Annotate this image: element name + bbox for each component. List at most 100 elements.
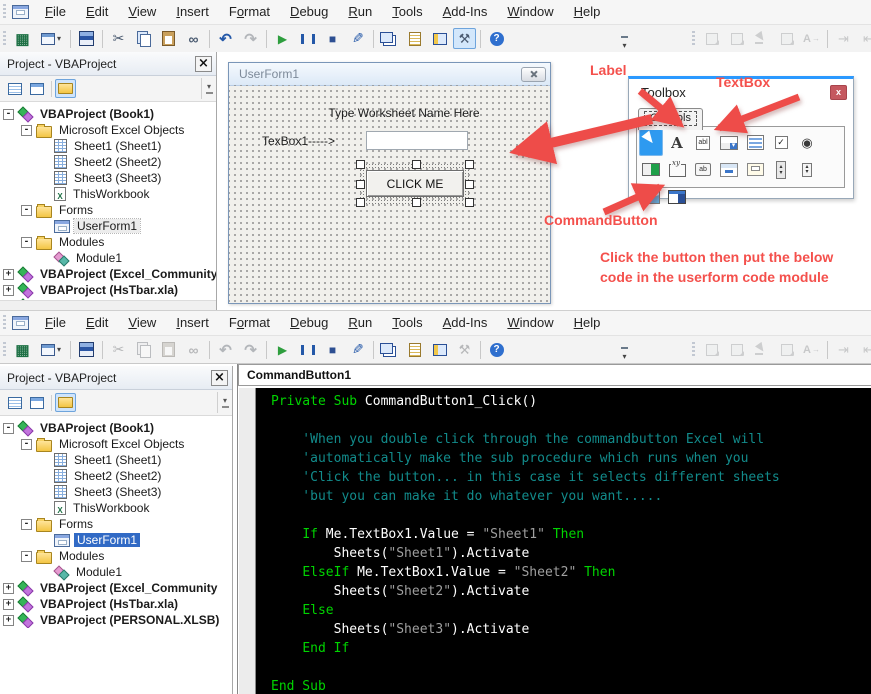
- resize-handle[interactable]: [465, 160, 474, 169]
- redo-button[interactable]: [239, 339, 262, 360]
- tree-expander-icon[interactable]: [21, 438, 32, 450]
- menu-item[interactable]: Edit: [76, 311, 118, 335]
- menu-item[interactable]: View: [118, 311, 166, 335]
- tree-item[interactable]: VBAProject (PERSONAL.XLSB): [0, 612, 232, 628]
- tree-item[interactable]: VBAProject (Book1): [0, 420, 232, 436]
- toolbox-image[interactable]: [639, 183, 663, 210]
- save-button[interactable]: [75, 339, 98, 360]
- decrease-indent-button[interactable]: [857, 339, 871, 360]
- design-mode-button[interactable]: [346, 339, 369, 360]
- group-objects-button[interactable]: [775, 339, 798, 360]
- toolbox-titlebar[interactable]: Toolbox x: [629, 79, 853, 106]
- toolbar-grip[interactable]: [692, 30, 695, 47]
- tree-item[interactable]: ThisWorkbook: [0, 500, 232, 516]
- toolbox-label[interactable]: [665, 129, 689, 156]
- userform-textbox-caption[interactable]: TexBox1----->: [262, 134, 335, 148]
- run-sub-button[interactable]: [271, 339, 294, 360]
- close-icon[interactable]: [521, 66, 546, 82]
- toolbox-frame[interactable]: [665, 156, 689, 183]
- paste-button[interactable]: [157, 28, 180, 49]
- design-mode-button[interactable]: [346, 28, 369, 49]
- tree-item[interactable]: Sheet3 (Sheet3): [0, 484, 232, 500]
- toolbar-options-button[interactable]: [621, 28, 628, 50]
- tree-item[interactable]: Sheet2 (Sheet2): [0, 154, 216, 170]
- userform-canvas[interactable]: Type Worksheet Name Here TexBox1-----> C…: [229, 85, 550, 303]
- menu-item[interactable]: View: [118, 0, 166, 24]
- tree-item[interactable]: Module1: [0, 250, 216, 266]
- tree-item[interactable]: Sheet1 (Sheet1): [0, 138, 216, 154]
- select-objects-button[interactable]: [750, 339, 773, 360]
- toolbox-listbox[interactable]: [743, 129, 767, 156]
- tree-expander-icon[interactable]: [3, 268, 14, 280]
- toolbox-commandbutton[interactable]: [691, 156, 715, 183]
- cut-button[interactable]: [107, 28, 130, 49]
- code-line[interactable]: Private Sub CommandButton1_Click(): [271, 392, 871, 411]
- tree-item[interactable]: Modules: [0, 548, 232, 564]
- resize-handle[interactable]: [356, 160, 365, 169]
- toolbox-multipage[interactable]: [743, 156, 767, 183]
- resize-handle[interactable]: [465, 198, 474, 207]
- menu-item[interactable]: Tools: [382, 311, 432, 335]
- toolbar-grip[interactable]: [692, 341, 695, 358]
- code-editor[interactable]: Private Sub CommandButton1_Click() 'When…: [256, 388, 871, 694]
- code-line[interactable]: If Me.TextBox1.Value = "Sheet1" Then: [271, 525, 871, 544]
- toolbox-button[interactable]: [453, 28, 476, 49]
- tree-item[interactable]: VBAProject (Book1): [0, 106, 216, 122]
- object-browser-button[interactable]: [428, 339, 451, 360]
- properties-window-button[interactable]: [403, 339, 426, 360]
- resize-handle[interactable]: [465, 180, 474, 189]
- code-line[interactable]: [271, 411, 871, 430]
- copy-button[interactable]: [132, 339, 155, 360]
- toolbox-togglebutton[interactable]: [639, 156, 663, 183]
- toolbox-spinbutton[interactable]: [795, 156, 819, 183]
- tree-item[interactable]: VBAProject (HsTbar.xla): [0, 596, 232, 612]
- toolbar-options-button[interactable]: [621, 339, 628, 361]
- view-object-icon[interactable]: [26, 393, 47, 412]
- tree-expander-icon[interactable]: [3, 614, 14, 626]
- project-explorer-button[interactable]: [378, 339, 401, 360]
- tree-item[interactable]: Sheet1 (Sheet1): [0, 452, 232, 468]
- tree-expander-icon[interactable]: [3, 582, 14, 594]
- menu-item[interactable]: Debug: [280, 0, 338, 24]
- reset-button[interactable]: [321, 339, 344, 360]
- code-line[interactable]: Sheets("Sheet1").Activate: [271, 544, 871, 563]
- menu-item[interactable]: Add-Ins: [433, 311, 498, 335]
- bring-to-front-button[interactable]: [700, 28, 723, 49]
- panel-scrollbar[interactable]: [201, 78, 216, 99]
- send-to-back-button[interactable]: [725, 339, 748, 360]
- menu-item[interactable]: Run: [338, 311, 382, 335]
- break-button[interactable]: [296, 28, 319, 49]
- code-line[interactable]: 'Click the button... in this case it sel…: [271, 468, 871, 487]
- resize-handle[interactable]: [412, 160, 421, 169]
- decrease-indent-button[interactable]: [857, 28, 871, 49]
- menu-item[interactable]: Window: [497, 0, 563, 24]
- font-button[interactable]: [800, 28, 823, 49]
- selection-frame[interactable]: CLICK ME: [356, 160, 474, 207]
- properties-window-button[interactable]: [403, 28, 426, 49]
- userform-titlebar[interactable]: UserForm1: [229, 63, 550, 86]
- tree-expander-icon[interactable]: [21, 518, 32, 530]
- select-objects-button[interactable]: [750, 28, 773, 49]
- menu-item[interactable]: Format: [219, 311, 280, 335]
- menu-item[interactable]: Help: [564, 0, 611, 24]
- tree-item[interactable]: Microsoft Excel Objects: [0, 122, 216, 138]
- menu-item[interactable]: Help: [564, 311, 611, 335]
- tree-item[interactable]: UserForm1: [0, 218, 216, 234]
- code-line[interactable]: 'automatically make the sub procedure wh…: [271, 449, 871, 468]
- close-icon[interactable]: [211, 369, 228, 386]
- tree-item[interactable]: Sheet3 (Sheet3): [0, 170, 216, 186]
- find-button[interactable]: [182, 28, 205, 49]
- toolbox-optionbutton[interactable]: [795, 129, 819, 156]
- view-code-icon[interactable]: [4, 79, 25, 98]
- userform-label[interactable]: Type Worksheet Name Here: [314, 106, 494, 120]
- toolbox-tabstrip[interactable]: [717, 156, 741, 183]
- menu-item[interactable]: Add-Ins: [433, 0, 498, 24]
- toolbox-checkbox[interactable]: [769, 129, 793, 156]
- toggle-folders-icon[interactable]: [55, 393, 76, 412]
- code-line[interactable]: End Sub: [271, 677, 871, 694]
- view-microsoft-excel-button[interactable]: [11, 339, 34, 360]
- code-line[interactable]: [271, 658, 871, 677]
- group-objects-button[interactable]: [775, 28, 798, 49]
- toolbox-textbox[interactable]: [691, 129, 715, 156]
- menu-item[interactable]: Format: [219, 0, 280, 24]
